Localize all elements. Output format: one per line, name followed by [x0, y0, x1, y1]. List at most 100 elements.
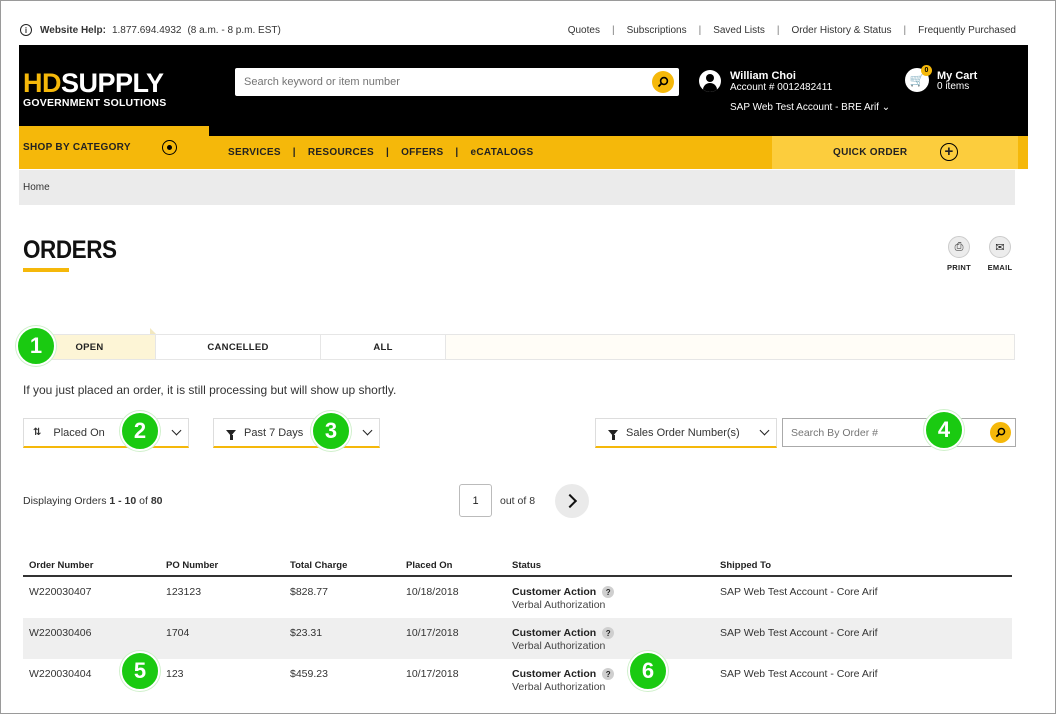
site-header: HDSUPPLY GOVERNMENT SOLUTIONS William Ch…	[19, 45, 1028, 137]
logo-subtitle: GOVERNMENT SOLUTIONS	[23, 97, 167, 109]
callout-5: 5	[120, 651, 160, 691]
site-search	[235, 68, 679, 96]
quick-order-label: QUICK ORDER	[833, 147, 908, 158]
display-count: Displaying Orders 1 - 10 of 80	[23, 495, 163, 507]
quick-order-button[interactable]: QUICK ORDER +	[772, 136, 1018, 169]
chevron-down-icon	[362, 425, 373, 436]
utility-bar: i Website Help: 1.877.694.4932 (8 a.m. -…	[20, 19, 1016, 41]
separator: |	[385, 147, 390, 158]
help-label: Website Help:	[40, 24, 106, 36]
status-cell: Customer Action? Verbal Authorization	[512, 668, 720, 700]
search-button[interactable]	[652, 71, 674, 93]
date-range-value: Past 7 Days	[244, 426, 304, 439]
plus-circle-icon: +	[940, 143, 958, 161]
search-icon	[657, 76, 669, 88]
nav-bar: SERVICES | RESOURCES | OFFERS | eCATALOG…	[208, 136, 1028, 169]
shipped-to: SAP Web Test Account - Core Arif	[720, 586, 878, 598]
help-icon[interactable]: ?	[602, 668, 615, 680]
help-phone[interactable]: 1.877.694.4932	[112, 25, 182, 36]
info-icon: i	[20, 24, 32, 36]
hd-supply-logo[interactable]: HDSUPPLY GOVERNMENT SOLUTIONS	[23, 68, 193, 110]
tab-strip-fill	[446, 335, 1014, 359]
status-cell: Customer Action? Verbal Authorization	[512, 627, 720, 659]
po-number: 123	[166, 668, 184, 680]
nav-offers[interactable]: OFFERS	[401, 147, 443, 158]
date-range-dropdown[interactable]: Past 7 Days	[213, 418, 380, 448]
page-number-input[interactable]: 1	[459, 484, 492, 517]
col-status: Status	[512, 559, 542, 571]
page-total: out of 8	[500, 495, 536, 507]
next-page-button[interactable]	[555, 484, 589, 518]
chevron-down-icon: ⌄	[881, 102, 891, 113]
callout-2: 2	[120, 411, 160, 451]
page-title: ORDERS	[23, 236, 117, 264]
email-label: EMAIL	[987, 263, 1013, 272]
col-total-charge: Total Charge	[290, 559, 348, 571]
cart-badge: 0	[921, 65, 932, 76]
link-frequently-purchased[interactable]: Frequently Purchased	[918, 25, 1016, 36]
help-hours: (8 a.m. - 8 p.m. EST)	[187, 24, 281, 36]
status: Customer Action	[512, 586, 597, 598]
col-placed-on: Placed On	[406, 559, 453, 571]
order-search-button[interactable]	[990, 422, 1011, 443]
shop-by-category[interactable]: SHOP BY CATEGORY	[19, 126, 209, 169]
breadcrumb-home[interactable]: Home	[23, 182, 50, 193]
main-nav: SHOP BY CATEGORY SERVICES | RESOURCES | …	[19, 126, 1028, 169]
sort-value: Placed On	[53, 426, 105, 439]
link-subscriptions[interactable]: Subscriptions	[627, 25, 687, 36]
nav-services[interactable]: SERVICES	[228, 147, 281, 158]
table-row[interactable]: W220030406 1704 $23.31 10/17/2018 Custom…	[23, 618, 1012, 659]
col-po-number: PO Number	[166, 559, 219, 571]
email-button[interactable]: ✉ EMAIL	[985, 236, 1015, 272]
printer-icon: ⎙	[948, 236, 970, 258]
separator: |	[611, 24, 615, 36]
status-detail: Verbal Authorization	[512, 681, 606, 693]
email-icon: ✉	[989, 236, 1011, 258]
callout-1: 1	[16, 326, 56, 366]
account-number: Account # 0012482411	[730, 82, 833, 93]
callout-6: 6	[628, 651, 668, 691]
search-input[interactable]	[235, 76, 652, 88]
po-number: 1704	[166, 627, 190, 639]
table-row[interactable]: W220030407 123123 $828.77 10/18/2018 Cus…	[23, 577, 1012, 618]
col-order-number: Order Number	[29, 559, 94, 571]
table-header: Order Number PO Number Total Charge Plac…	[23, 555, 1012, 577]
logo-brand: HDSUPPLY	[23, 68, 164, 98]
nav-ecatalogs[interactable]: eCATALOGS	[471, 147, 534, 158]
filter-icon	[226, 429, 236, 440]
help-icon[interactable]: ?	[602, 586, 615, 598]
arrow-down-circle-icon	[162, 140, 177, 155]
col-shipped-to: Shipped To	[720, 559, 772, 571]
callout-4: 4	[924, 410, 964, 450]
chevron-down-icon	[171, 425, 182, 436]
order-search	[782, 418, 1016, 447]
separator: |	[292, 147, 296, 158]
status-detail: Verbal Authorization	[512, 640, 606, 652]
help-icon[interactable]: ?	[602, 627, 615, 639]
tab-cancelled[interactable]: CANCELLED	[156, 335, 321, 359]
nav-resources[interactable]: RESOURCES	[308, 147, 374, 158]
total-charge: $828.77	[290, 586, 328, 598]
order-number[interactable]: W220030407	[23, 586, 166, 618]
chevron-down-icon	[759, 425, 770, 436]
orders-table: Order Number PO Number Total Charge Plac…	[23, 555, 1012, 700]
sort-dropdown[interactable]: ⇅ Placed On	[23, 418, 189, 448]
account-selector[interactable]: SAP Web Test Account - BRE Arif ⌄	[730, 102, 890, 113]
status: Customer Action	[512, 668, 597, 680]
search-field-dropdown[interactable]: Sales Order Number(s)	[595, 418, 777, 448]
tab-all[interactable]: ALL	[321, 335, 446, 359]
sort-icon: ⇅	[33, 427, 42, 438]
link-saved-lists[interactable]: Saved Lists	[713, 25, 765, 36]
total-charge: $23.31	[290, 627, 323, 639]
po-number: 123123	[166, 586, 202, 598]
table-row[interactable]: W220030404 123 $459.23 10/17/2018 Custom…	[23, 659, 1012, 700]
link-order-history[interactable]: Order History & Status	[792, 25, 892, 36]
placed-on: 10/17/2018	[406, 668, 459, 680]
separator: |	[903, 24, 907, 36]
filter-icon	[608, 429, 618, 440]
separator: |	[455, 147, 459, 158]
shipped-to: SAP Web Test Account - Core Arif	[720, 668, 878, 680]
processing-notice: If you just placed an order, it is still…	[23, 383, 397, 397]
print-button[interactable]: ⎙ PRINT	[944, 236, 974, 272]
link-quotes[interactable]: Quotes	[568, 25, 600, 36]
